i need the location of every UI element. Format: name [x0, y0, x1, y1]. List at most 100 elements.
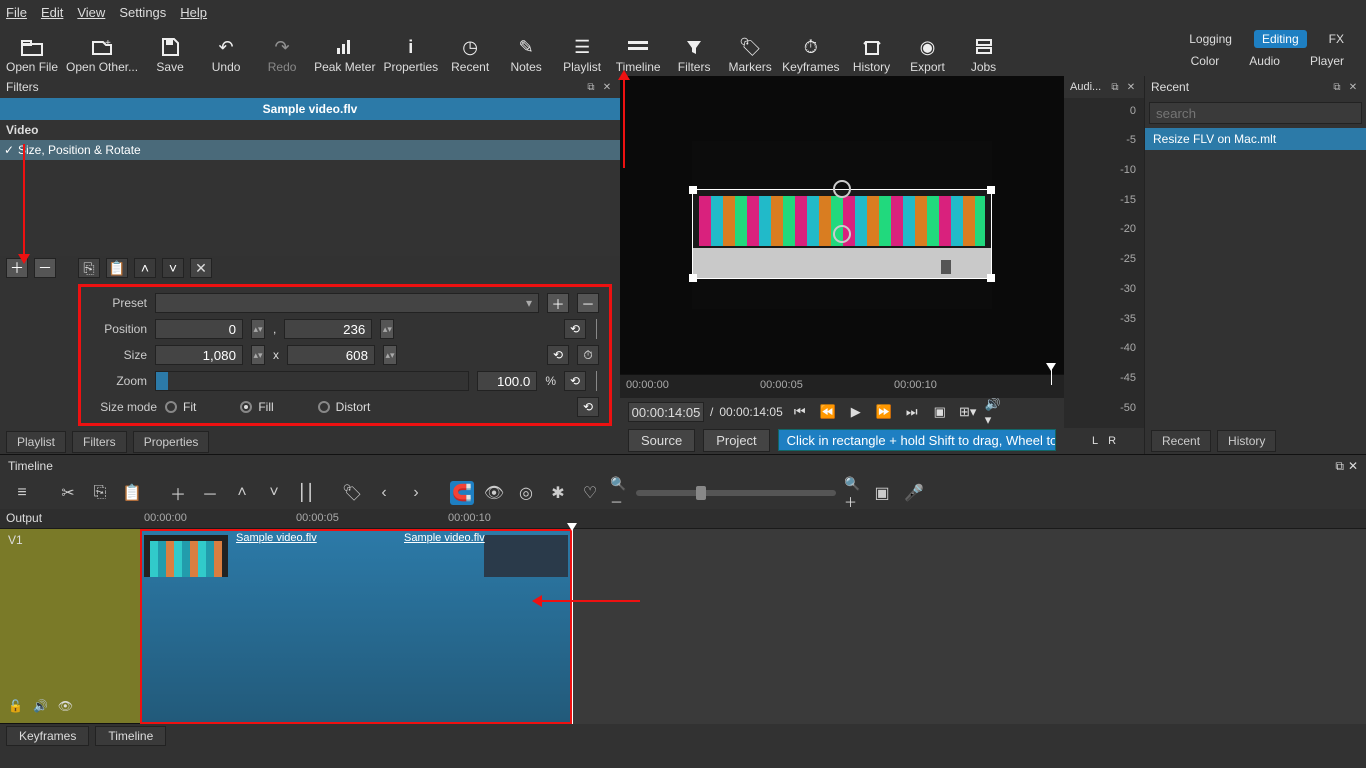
tab-keyframes[interactable]: Keyframes [6, 726, 89, 746]
track-v1-header[interactable]: V1 🔓 🔊 👁 [0, 529, 140, 724]
tl-scrub-button[interactable]: 👁 [482, 481, 506, 505]
save-button[interactable]: Save [146, 26, 194, 74]
filter-enabled-checkbox[interactable]: ✓ [0, 143, 18, 157]
tl-remove-button[interactable]: － [198, 481, 222, 505]
sizemode-reset-button[interactable]: ⟲ [577, 397, 599, 417]
open-file-button[interactable]: Open File [6, 26, 58, 74]
filters-button[interactable]: Filters [670, 26, 718, 74]
tl-lift-button[interactable]: ˄ [230, 481, 254, 505]
tl-cut-button[interactable]: ✂ [56, 481, 80, 505]
tl-snap-button[interactable]: 🧲 [450, 481, 474, 505]
track-v1-lane[interactable]: Sample video.flv Sample video.flv [140, 529, 1366, 724]
tl-overwrite-button[interactable]: ˅ [262, 481, 286, 505]
position-x-spin[interactable]: ▴▾ [251, 319, 265, 339]
sizemode-fit-radio[interactable]: Fit [165, 400, 196, 414]
tl-next-marker-button[interactable]: › [404, 481, 428, 505]
recent-close-icon[interactable]: ✕ [1346, 80, 1360, 94]
tl-copy-button[interactable]: ⎘ [88, 481, 112, 505]
tl-marker-button[interactable]: 🏷 [340, 481, 364, 505]
mode-fx[interactable]: FX [1321, 30, 1352, 48]
notes-button[interactable]: ✎Notes [502, 26, 550, 74]
zoom-slider[interactable] [155, 371, 469, 391]
zoom-fit-button[interactable]: ▣ [929, 402, 951, 422]
size-keyframe-button[interactable]: ⏱ [577, 345, 599, 365]
keyframes-button[interactable]: ⏱Keyframes [782, 26, 839, 74]
tl-append-button[interactable]: ＋ [166, 481, 190, 505]
redo-button[interactable]: ↷Redo [258, 26, 306, 74]
skip-next-button[interactable]: ⏭ [901, 402, 923, 422]
menu-view[interactable]: View [77, 5, 105, 20]
rewind-button[interactable]: ⏪ [817, 402, 839, 422]
size-h-spin[interactable]: ▴▾ [383, 345, 397, 365]
tl-zoom-in-button[interactable]: 🔍＋ [844, 484, 862, 502]
size-h-input[interactable] [287, 345, 375, 365]
tl-zoom-fit-button[interactable]: ▣ [870, 481, 894, 505]
tab-timeline[interactable]: Timeline [95, 726, 166, 746]
tab-filters[interactable]: Filters [72, 431, 127, 453]
position-y-input[interactable] [284, 319, 372, 339]
timecode-display[interactable]: 00:00:14:05 [628, 402, 704, 422]
paste-filter-button[interactable]: 📋 [106, 258, 128, 278]
project-tab[interactable]: Project [703, 429, 769, 452]
recent-item[interactable]: Resize FLV on Mac.mlt [1145, 128, 1366, 150]
mode-audio[interactable]: Audio [1241, 52, 1288, 70]
mode-color[interactable]: Color [1183, 52, 1228, 70]
copy-filter-button[interactable]: ⎘ [78, 258, 100, 278]
audio-close-icon[interactable]: ✕ [1124, 80, 1138, 94]
markers-button[interactable]: 🏷Markers [726, 26, 774, 74]
filters-undock-icon[interactable]: ⧉ [584, 80, 598, 94]
menu-settings[interactable]: Settings [119, 5, 166, 20]
remove-filter-button[interactable]: － [34, 258, 56, 278]
zoom-reset-button[interactable]: ⟲ [564, 371, 586, 391]
sizemode-distort-radio[interactable]: Distort [318, 400, 371, 414]
jobs-button[interactable]: Jobs [960, 26, 1008, 74]
grid-button[interactable]: ⊞▾ [957, 402, 979, 422]
timeline-button[interactable]: Timeline [614, 26, 662, 74]
tab-properties[interactable]: Properties [133, 431, 210, 453]
audio-undock-icon[interactable]: ⧉ [1108, 80, 1122, 94]
timeline-clip[interactable]: Sample video.flv Sample video.flv [140, 529, 572, 724]
tl-paste-button[interactable]: 📋 [120, 481, 144, 505]
recent-button[interactable]: ◷Recent [446, 26, 494, 74]
mode-editing[interactable]: Editing [1254, 30, 1307, 48]
add-filter-button[interactable]: ＋ [6, 258, 28, 278]
zoom-value-input[interactable] [477, 371, 537, 391]
volume-button[interactable]: 🔊▾ [985, 402, 1007, 422]
tl-prev-marker-button[interactable]: ‹ [372, 481, 396, 505]
recent-search-input[interactable] [1149, 102, 1362, 124]
tl-ripple-all-button[interactable]: ✱ [546, 481, 570, 505]
move-filter-up-button[interactable]: ˄ [134, 258, 156, 278]
size-reset-button[interactable]: ⟲ [547, 345, 569, 365]
position-x-input[interactable] [155, 319, 243, 339]
track-mute-icon[interactable]: 🔊 [33, 699, 48, 713]
timeline-ruler[interactable]: 00:00:00 00:00:05 00:00:10 [140, 509, 1366, 529]
tl-menu-button[interactable]: ≡ [10, 481, 34, 505]
skip-prev-button[interactable]: ⏮ [789, 402, 811, 422]
menu-file[interactable]: File [6, 5, 27, 20]
tl-ripple-markers-button[interactable]: ♡ [578, 481, 602, 505]
export-button[interactable]: ◉Export [904, 26, 952, 74]
move-filter-down-button[interactable]: ˅ [162, 258, 184, 278]
position-y-spin[interactable]: ▴▾ [380, 319, 394, 339]
history-tab[interactable]: History [1217, 430, 1276, 452]
preset-save-button[interactable]: ＋ [547, 293, 569, 313]
timeline-playhead[interactable] [572, 529, 573, 724]
play-button[interactable]: ▶ [845, 402, 867, 422]
preview-time-ruler[interactable]: 00:00:00 00:00:05 00:00:10 [620, 374, 1064, 398]
recent-tab[interactable]: Recent [1151, 430, 1211, 452]
position-reset-button[interactable]: ⟲ [564, 319, 586, 339]
recent-undock-icon[interactable]: ⧉ [1330, 80, 1344, 94]
mode-player[interactable]: Player [1302, 52, 1352, 70]
preview-viewport[interactable] [620, 76, 1064, 374]
playlist-button[interactable]: ☰Playlist [558, 26, 606, 74]
timeline-undock-icon[interactable]: ⧉ [1335, 459, 1344, 474]
history-button[interactable]: History [848, 26, 896, 74]
tab-playlist[interactable]: Playlist [6, 431, 66, 453]
open-other-button[interactable]: +Open Other... [66, 26, 138, 74]
tl-split-button[interactable]: ⎮⎮ [294, 481, 318, 505]
menu-help[interactable]: Help [180, 5, 207, 20]
tl-zoom-slider[interactable] [636, 490, 836, 496]
output-row-header[interactable]: Output [0, 509, 140, 529]
track-lock-icon[interactable]: 🔓 [8, 699, 23, 713]
deselect-filter-button[interactable]: ✕ [190, 258, 212, 278]
